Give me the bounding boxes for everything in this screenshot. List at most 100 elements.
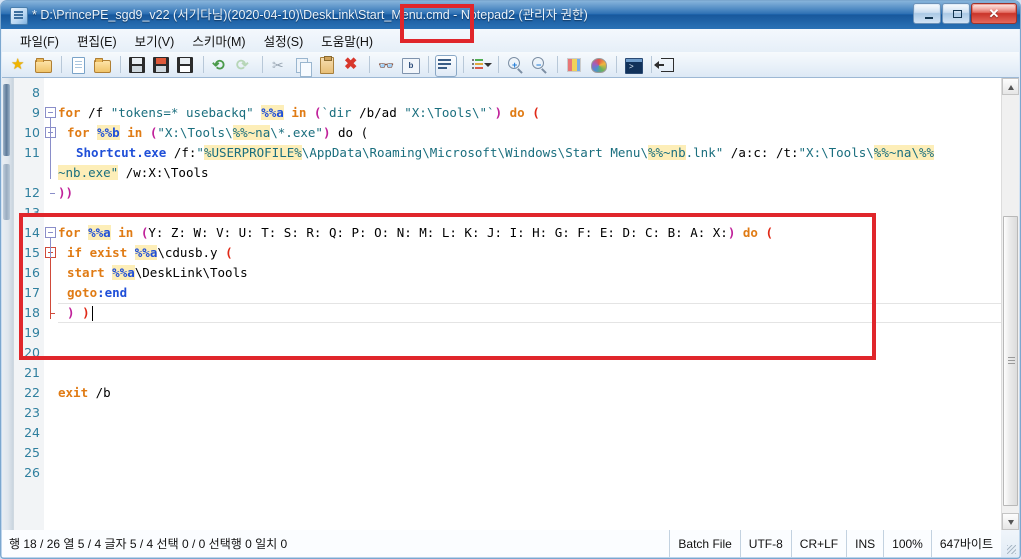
zoom-in-icon[interactable]: +: [504, 54, 526, 76]
menu-settings[interactable]: 설정(S): [255, 28, 313, 53]
favorites-icon[interactable]: ★: [8, 54, 30, 76]
resize-grip[interactable]: [1001, 530, 1019, 557]
code-token: ): [67, 305, 75, 320]
vertical-scrollbar[interactable]: [1001, 78, 1019, 530]
undo-icon[interactable]: ⟲: [209, 54, 231, 76]
paste-icon[interactable]: [316, 54, 338, 76]
scroll-down-button[interactable]: [1002, 513, 1019, 530]
status-encoding[interactable]: UTF-8: [740, 530, 792, 557]
code-token: %%~na: [232, 125, 271, 140]
code-line[interactable]: Shortcut.exe /f:"%USERPROFILE%\AppData\R…: [58, 143, 1001, 163]
line-number: 19: [24, 325, 40, 340]
status-insert-mode[interactable]: INS: [847, 530, 885, 557]
code-line[interactable]: start %%a\DeskLink\Tools: [58, 263, 1001, 283]
fold-toggle[interactable]: [45, 107, 56, 118]
open-file-icon[interactable]: [91, 54, 113, 76]
new-file-icon[interactable]: [67, 54, 89, 76]
code-line[interactable]: [58, 363, 1001, 383]
code-token: /b/ad: [351, 105, 405, 120]
maximize-button[interactable]: [942, 3, 970, 24]
save-icon[interactable]: [126, 54, 148, 76]
code-token: /w:X:\Tools: [118, 165, 209, 180]
console-icon[interactable]: [622, 54, 644, 76]
scheme-icon[interactable]: [469, 54, 492, 76]
code-token: %%~nb: [647, 145, 686, 160]
color-grid-icon[interactable]: [563, 54, 585, 76]
code-line[interactable]: for %%b in ("X:\Tools\%%~na\*.exe") do (: [58, 123, 1001, 143]
code-line[interactable]: for %%a in (Y: Z: W: V: U: T: S: R: Q: P…: [58, 223, 1001, 243]
toolbar-separator: [498, 56, 499, 73]
code-canvas[interactable]: for /f "tokens=* usebackq" %%a in (`dir …: [58, 78, 1001, 530]
code-token: )): [58, 185, 74, 200]
code-token: "X:\Tools\: [798, 145, 874, 160]
scroll-up-button[interactable]: [1002, 78, 1019, 95]
code-line[interactable]: [58, 423, 1001, 443]
code-line[interactable]: for /f "tokens=* usebackq" %%a in (`dir …: [58, 103, 1001, 123]
line-number: 11: [24, 145, 40, 160]
code-line[interactable]: [58, 203, 1001, 223]
code-token: "tokens=* usebackq": [110, 105, 254, 120]
bookmark-margin[interactable]: [2, 78, 14, 530]
editor-area[interactable]: 8 9 10 11 12 13 14 15 16 17 18 19 20 21 22 23 24 25 26 for…: [2, 78, 1019, 530]
code-token: Y: Z: W: V: U: T: S: R: Q: P: O: N: M: L…: [148, 225, 728, 240]
open-favorites-icon[interactable]: [32, 54, 54, 76]
save-copy-icon[interactable]: [174, 54, 196, 76]
close-button[interactable]: ✕: [971, 3, 1017, 24]
code-line[interactable]: [58, 403, 1001, 423]
scroll-thumb[interactable]: [1003, 216, 1018, 506]
code-token: Shortcut.exe: [76, 145, 167, 160]
line-number: 14: [24, 225, 40, 240]
maximize-icon: [953, 10, 962, 18]
code-line[interactable]: exit /b: [58, 383, 1001, 403]
fold-end-marker: [50, 193, 55, 194]
code-token: exist: [89, 245, 128, 260]
delete-icon[interactable]: ✖: [340, 54, 362, 76]
status-bar: 행 18 / 26 열 5 / 4 글자 5 / 4 선택 0 / 0 선택행 …: [2, 530, 1019, 557]
code-line[interactable]: )): [58, 183, 1001, 203]
code-line[interactable]: [58, 463, 1001, 483]
find-icon[interactable]: 👓: [375, 54, 397, 76]
minimize-button[interactable]: [913, 3, 941, 24]
line-number: 24: [24, 425, 40, 440]
save-as-icon[interactable]: [150, 54, 172, 76]
line-number: 25: [24, 445, 40, 460]
zoom-out-icon[interactable]: −: [528, 54, 550, 76]
code-token: ": [196, 145, 204, 160]
fold-margin[interactable]: [44, 78, 58, 530]
menu-help[interactable]: 도움말(H): [312, 28, 382, 53]
menu-view[interactable]: 보기(V): [126, 28, 184, 53]
word-wrap-icon[interactable]: [434, 54, 457, 77]
menu-file[interactable]: 파일(F): [11, 28, 68, 53]
line-number: 16: [24, 265, 40, 280]
code-line[interactable]: if exist %%a\cdusb.y (: [58, 243, 1001, 263]
palette-icon[interactable]: [587, 54, 609, 76]
line-number: 22: [24, 385, 40, 400]
code-line[interactable]: goto:end: [58, 283, 1001, 303]
status-line-endings[interactable]: CR+LF: [791, 530, 848, 557]
fold-connector: [50, 258, 51, 319]
title-bar[interactable]: * D:\PrincePE_sgd9_v22 (서기다님)(2020-04-10…: [1, 1, 1020, 29]
code-line[interactable]: [58, 443, 1001, 463]
replace-icon[interactable]: b: [399, 54, 421, 76]
code-line[interactable]: ~nb.exe" /w:X:\Tools: [58, 163, 1001, 183]
code-line[interactable]: ) ): [58, 303, 1001, 323]
code-token: \%%: [911, 145, 935, 160]
line-number: 21: [24, 365, 40, 380]
minimize-icon: [925, 17, 933, 19]
status-file-type[interactable]: Batch File: [670, 530, 741, 557]
code-token: do: [742, 225, 758, 240]
code-token: (: [765, 225, 774, 240]
code-line[interactable]: [58, 323, 1001, 343]
fold-toggle[interactable]: [45, 227, 56, 238]
status-zoom[interactable]: 100%: [884, 530, 932, 557]
exit-icon[interactable]: [654, 54, 679, 76]
menu-scheme[interactable]: 스키마(M): [183, 28, 254, 53]
menu-edit[interactable]: 편집(E): [68, 28, 126, 53]
code-line[interactable]: [58, 343, 1001, 363]
code-line[interactable]: [58, 83, 1001, 103]
code-token: /f: [80, 105, 111, 120]
